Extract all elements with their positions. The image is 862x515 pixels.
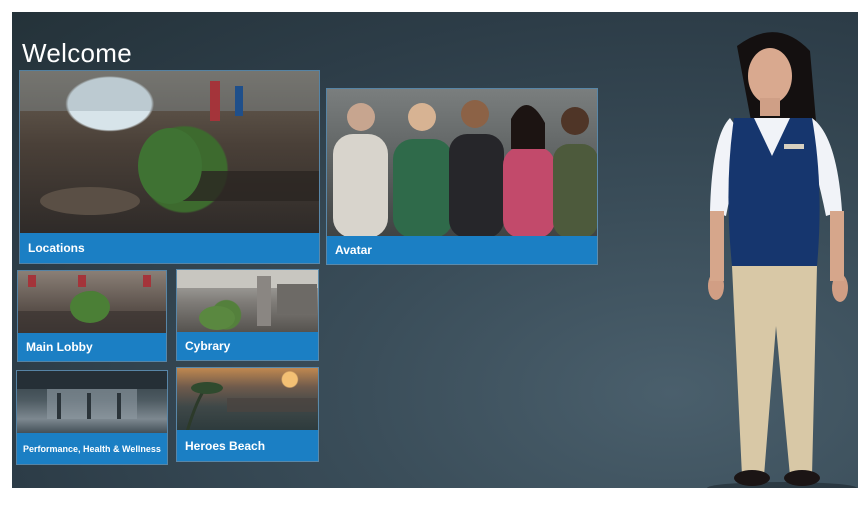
avatar-thumbnail: [327, 89, 597, 238]
tile-heroes-beach[interactable]: Heroes Beach: [176, 367, 319, 462]
tile-label: Performance, Health & Wellness: [17, 433, 167, 464]
welcome-screen: Welcome Locations Avatar Main Lobby Cybr…: [12, 12, 858, 488]
locations-thumbnail: [20, 71, 319, 235]
tile-label: Avatar: [327, 236, 597, 264]
cybrary-scene-image: [177, 270, 318, 330]
main-lobby-scene-image: [18, 275, 166, 335]
tile-label: Heroes Beach: [177, 430, 318, 461]
tile-avatar[interactable]: Avatar: [326, 88, 598, 265]
cybrary-thumbnail: [177, 270, 318, 334]
tile-performance-health-wellness[interactable]: Performance, Health & Wellness: [16, 370, 168, 465]
performance-scene-image: [17, 371, 167, 419]
locations-scene-image: [20, 71, 319, 215]
page-title: Welcome: [22, 38, 132, 68]
tile-locations[interactable]: Locations: [19, 70, 320, 264]
main-lobby-thumbnail: [18, 271, 166, 335]
tile-main-lobby[interactable]: Main Lobby: [17, 270, 167, 362]
guide-avatar-figure: [707, 32, 857, 488]
heroes-beach-scene-image: [185, 382, 317, 433]
tile-label: Cybrary: [177, 332, 318, 360]
performance-thumbnail: [17, 371, 167, 435]
tile-label: Main Lobby: [18, 333, 166, 361]
heroes-beach-thumbnail: [177, 368, 318, 433]
tile-label: Locations: [20, 233, 319, 263]
avatar-group-image: [333, 100, 597, 238]
tile-cybrary[interactable]: Cybrary: [176, 269, 319, 361]
